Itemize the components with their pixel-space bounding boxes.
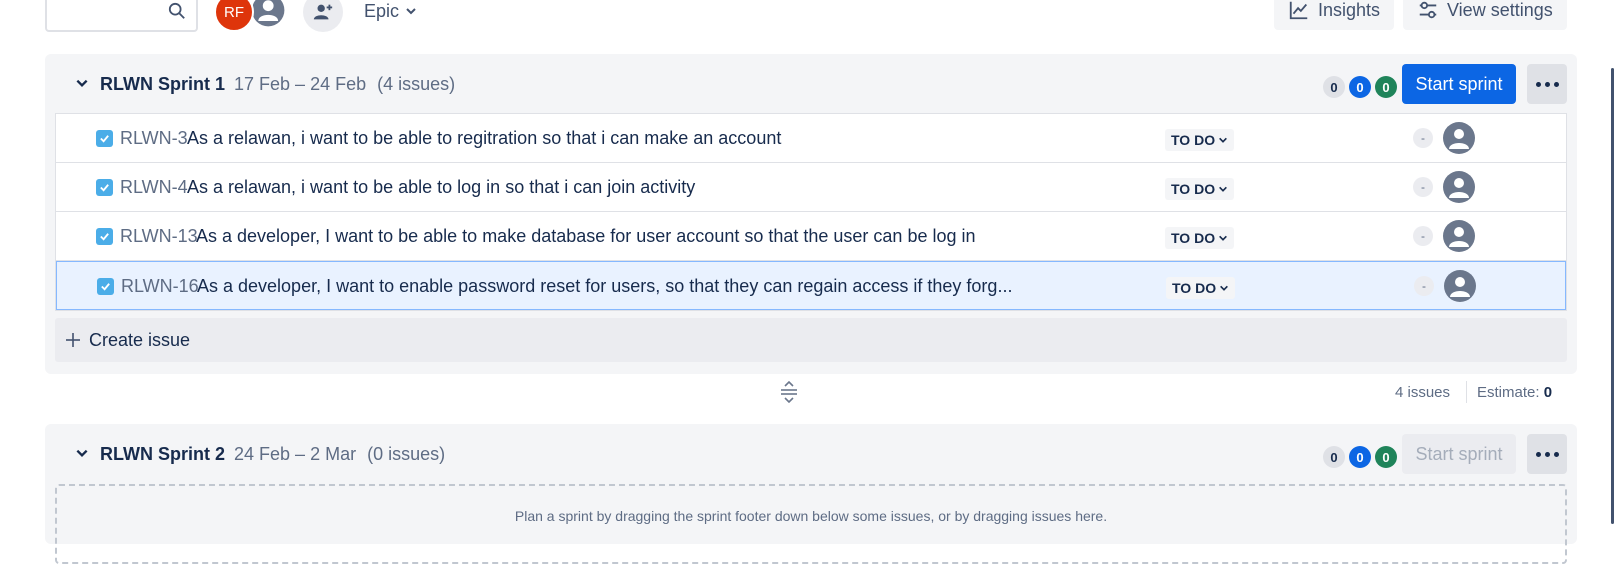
add-people-button[interactable] (303, 0, 343, 32)
more-icon-dot (1553, 81, 1559, 87)
table-row[interactable]: RLWN-13 As a developer, I want to be abl… (56, 212, 1566, 261)
sprint-header: RLWN Sprint 2 24 Feb – 2 Mar (0 issues) … (45, 424, 1577, 484)
issue-key[interactable]: RLWN-13 (120, 226, 198, 247)
sprint-dates: 17 Feb – 24 Feb (234, 74, 367, 94)
more-button[interactable] (1527, 64, 1567, 104)
estimate-badge[interactable]: - (1413, 226, 1433, 246)
user-avatar-icon[interactable] (1444, 270, 1476, 302)
issue-key[interactable]: RLWN-4 (120, 177, 188, 198)
chevron-down-icon[interactable] (75, 76, 89, 90)
checkbox-task-icon (96, 228, 113, 245)
more-icon (1535, 451, 1541, 457)
settings-sliders-icon (1419, 1, 1437, 19)
estimate-badge[interactable]: - (1413, 128, 1433, 148)
issue-summary: As a developer, I want to be able to mak… (196, 226, 976, 246)
done-count-badge: 0 (1375, 76, 1397, 98)
start-sprint-button[interactable]: Start sprint (1402, 434, 1516, 474)
search-icon (168, 2, 185, 19)
epic-filter-button[interactable]: Epic (364, 0, 417, 22)
sprint-title: RLWN Sprint 1 17 Feb – 24 Feb (4 issues) (100, 74, 455, 95)
issue-list: RLWN-3 As a relawan, i want to be able t… (55, 113, 1567, 311)
plus-icon (66, 333, 80, 347)
divider (1466, 381, 1467, 403)
estimate-badge[interactable]: - (1414, 276, 1434, 296)
status-label: TO DO (1171, 230, 1216, 246)
sprint-issue-count: (0 issues) (367, 444, 446, 464)
chevron-down-icon (1219, 186, 1228, 192)
sprint-estimate: Estimate: 0 (1477, 384, 1552, 401)
status-label: TO DO (1172, 280, 1217, 296)
sprint-1-container: RLWN Sprint 1 17 Feb – 24 Feb (4 issues)… (45, 54, 1577, 374)
insights-icon (1289, 1, 1308, 20)
done-count-badge: 0 (1375, 446, 1397, 468)
drag-handle-icon[interactable] (779, 381, 799, 403)
table-row[interactable]: RLWN-16 As a developer, I want to enable… (56, 261, 1566, 310)
start-sprint-button[interactable]: Start sprint (1402, 64, 1516, 104)
checkbox-task-icon (96, 130, 113, 147)
insights-label: Insights (1318, 0, 1381, 20)
user-avatar-icon[interactable] (1443, 171, 1475, 203)
todo-count-badge: 0 (1323, 76, 1345, 98)
sprint-name: RLWN Sprint 1 (100, 74, 225, 94)
checkbox-task-icon (97, 278, 114, 295)
chevron-down-icon (1220, 285, 1229, 291)
avatar-initials: RF (224, 3, 244, 21)
create-issue-button[interactable]: Create issue (55, 318, 1567, 362)
status-dropdown[interactable]: TO DO (1165, 178, 1235, 200)
issue-key[interactable]: RLWN-16 (121, 276, 199, 297)
create-issue-label: Create issue (89, 329, 191, 350)
more-button[interactable] (1527, 434, 1567, 474)
avatar-unassigned[interactable] (250, 0, 290, 32)
table-row[interactable]: RLWN-4 As a relawan, i want to be able t… (56, 163, 1566, 212)
user-avatar-icon[interactable] (1443, 220, 1475, 252)
sprint-issues-summary: 4 issues (1395, 384, 1451, 401)
sprint-2-container: RLWN Sprint 2 24 Feb – 2 Mar (0 issues) … (45, 424, 1577, 564)
issue-summary: As a relawan, i want to be able to log i… (187, 177, 696, 197)
sprint-drop-zone[interactable]: Plan a sprint by dragging the sprint foo… (55, 484, 1567, 564)
sprint-name: RLWN Sprint 2 (100, 444, 225, 464)
table-row[interactable]: RLWN-3 As a relawan, i want to be able t… (56, 114, 1566, 163)
user-avatar-icon (252, 0, 285, 27)
sprint-title: RLWN Sprint 2 24 Feb – 2 Mar (0 issues) (100, 444, 445, 465)
chevron-down-icon[interactable] (75, 446, 89, 460)
status-label: TO DO (1171, 181, 1216, 197)
avatar[interactable]: RF (214, 0, 254, 32)
sprint-issue-count: (4 issues) (377, 74, 456, 94)
issue-summary: As a relawan, i want to be able to regit… (187, 128, 782, 148)
chevron-down-icon (1219, 137, 1228, 143)
insights-button[interactable]: Insights (1274, 0, 1395, 30)
estimate-badge[interactable]: - (1413, 177, 1433, 197)
checkbox-task-icon (96, 179, 113, 196)
search-input[interactable] (45, 0, 198, 32)
issue-key[interactable]: RLWN-3 (120, 128, 188, 149)
in-progress-count-badge: 0 (1349, 76, 1371, 98)
in-progress-count-badge: 0 (1349, 446, 1371, 468)
more-icon-dot (1544, 451, 1550, 457)
chevron-down-icon (406, 8, 416, 15)
view-settings-label: View settings (1447, 0, 1553, 20)
empty-sprint-text: Plan a sprint by dragging the sprint foo… (514, 508, 1108, 524)
status-dropdown[interactable]: TO DO (1166, 277, 1236, 299)
epic-label: Epic (364, 0, 400, 21)
estimate-label: Estimate: (1477, 384, 1540, 401)
status-dropdown[interactable]: TO DO (1165, 227, 1235, 249)
add-people-icon (313, 4, 333, 20)
more-icon (1535, 81, 1541, 87)
sprint-dates: 24 Feb – 2 Mar (234, 444, 357, 464)
more-icon-dot (1553, 451, 1559, 457)
sprint-header: RLWN Sprint 1 17 Feb – 24 Feb (4 issues)… (45, 54, 1577, 114)
todo-count-badge: 0 (1323, 446, 1345, 468)
issue-summary: As a developer, I want to enable passwor… (197, 276, 1013, 296)
more-icon-dot (1544, 81, 1550, 87)
user-avatar-icon[interactable] (1443, 122, 1475, 154)
status-dropdown[interactable]: TO DO (1165, 129, 1235, 151)
estimate-value: 0 (1543, 384, 1553, 401)
view-settings-button[interactable]: View settings (1403, 0, 1567, 30)
chevron-down-icon (1219, 235, 1228, 241)
status-label: TO DO (1171, 132, 1216, 148)
